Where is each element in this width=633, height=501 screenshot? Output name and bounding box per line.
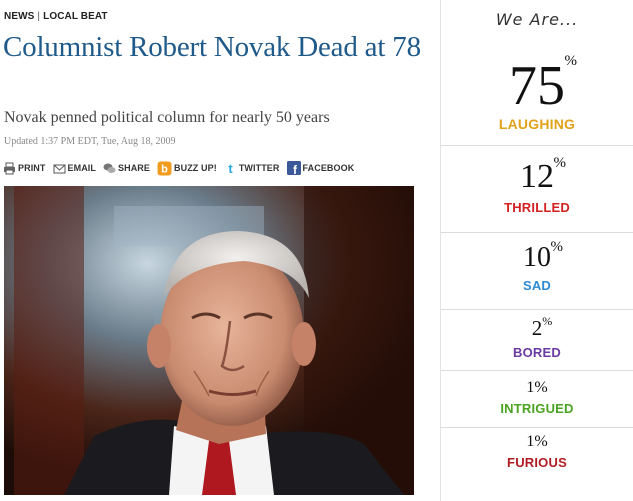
mood-intrigued-percent: 1% bbox=[526, 379, 548, 396]
print-icon bbox=[3, 162, 16, 175]
buzz-up-button[interactable]: b BUZZ UP! bbox=[157, 161, 217, 176]
mood-divider bbox=[441, 145, 633, 146]
percent-sign: % bbox=[542, 314, 553, 328]
svg-text:t: t bbox=[228, 162, 233, 175]
mood-bored-percent: 2% bbox=[531, 314, 553, 340]
mood-furious[interactable]: 1% FURIOUS bbox=[441, 433, 633, 471]
article-timestamp: Updated 1:37 PM EDT, Tue, Aug 18, 2009 bbox=[4, 136, 176, 147]
print-label: PRINT bbox=[18, 163, 46, 173]
mood-sad-label: SAD bbox=[522, 278, 552, 293]
mood-furious-percent: 1% bbox=[526, 433, 548, 450]
mood-laughing-percent: 75% bbox=[509, 53, 577, 117]
email-icon bbox=[53, 162, 66, 175]
mood-divider bbox=[441, 309, 633, 310]
email-button[interactable]: EMAIL bbox=[53, 162, 97, 175]
share-toolbar: PRINT EMAIL SHARE b BUZZ UP! t TWITTER f… bbox=[3, 159, 361, 177]
mood-laughing-label: LAUGHING bbox=[498, 116, 576, 132]
mood-laughing[interactable]: 75% LAUGHING bbox=[441, 53, 633, 133]
buzz-up-label: BUZZ UP! bbox=[174, 163, 217, 173]
breadcrumb: NEWS | LOCAL BEAT bbox=[4, 11, 108, 22]
twitter-label: TWITTER bbox=[238, 163, 280, 173]
twitter-button[interactable]: t TWITTER bbox=[224, 162, 280, 175]
print-button[interactable]: PRINT bbox=[3, 162, 46, 175]
email-label: EMAIL bbox=[67, 163, 96, 173]
mood-thrilled-label: THRILLED bbox=[504, 200, 570, 215]
percent-sign: % bbox=[564, 53, 578, 69]
mood-divider bbox=[441, 370, 633, 371]
svg-text:b: b bbox=[161, 163, 168, 175]
mood-intrigued-label: INTRIGUED bbox=[500, 401, 574, 416]
nav-local-beat-link[interactable]: LOCAL BEAT bbox=[43, 11, 108, 22]
facebook-button[interactable]: f FACEBOOK bbox=[286, 161, 355, 175]
mood-divider bbox=[441, 427, 633, 428]
mood-sad[interactable]: 10% SAD bbox=[441, 239, 633, 294]
article-subhead: Novak penned political column for nearly… bbox=[4, 109, 330, 126]
sidebar-title: We Are... bbox=[495, 10, 579, 29]
mood-furious-label: FURIOUS bbox=[507, 455, 567, 470]
mood-bored[interactable]: 2% BORED bbox=[441, 314, 633, 360]
portrait-illustration bbox=[4, 186, 414, 495]
mood-sad-percent: 10% bbox=[523, 239, 563, 273]
mood-thrilled[interactable]: 12% THRILLED bbox=[441, 155, 633, 216]
mood-bored-label: BORED bbox=[513, 345, 561, 360]
facebook-label: FACEBOOK bbox=[302, 163, 355, 173]
share-label: SHARE bbox=[118, 163, 151, 173]
mood-sidebar: We Are... 75% LAUGHING 12% THRILLED 10% … bbox=[441, 0, 633, 501]
buzz-up-icon: b bbox=[157, 161, 172, 176]
article-main: NEWS | LOCAL BEAT Columnist Robert Novak D… bbox=[0, 0, 440, 501]
percent-sign: % bbox=[553, 155, 567, 171]
mood-thrilled-percent: 12% bbox=[520, 155, 566, 195]
share-button[interactable]: SHARE bbox=[103, 162, 150, 175]
percent-sign: % bbox=[550, 239, 564, 255]
article-photo bbox=[4, 186, 414, 495]
facebook-icon: f bbox=[286, 161, 301, 175]
mood-intrigued[interactable]: 1% INTRIGUED bbox=[441, 379, 633, 417]
share-icon bbox=[103, 162, 116, 175]
breadcrumb-separator: | bbox=[37, 11, 41, 22]
mood-divider bbox=[441, 232, 633, 233]
page-title: Columnist Robert Novak Dead at 78 bbox=[3, 31, 421, 63]
nav-news-link[interactable]: NEWS bbox=[4, 11, 34, 22]
twitter-icon: t bbox=[224, 162, 237, 175]
